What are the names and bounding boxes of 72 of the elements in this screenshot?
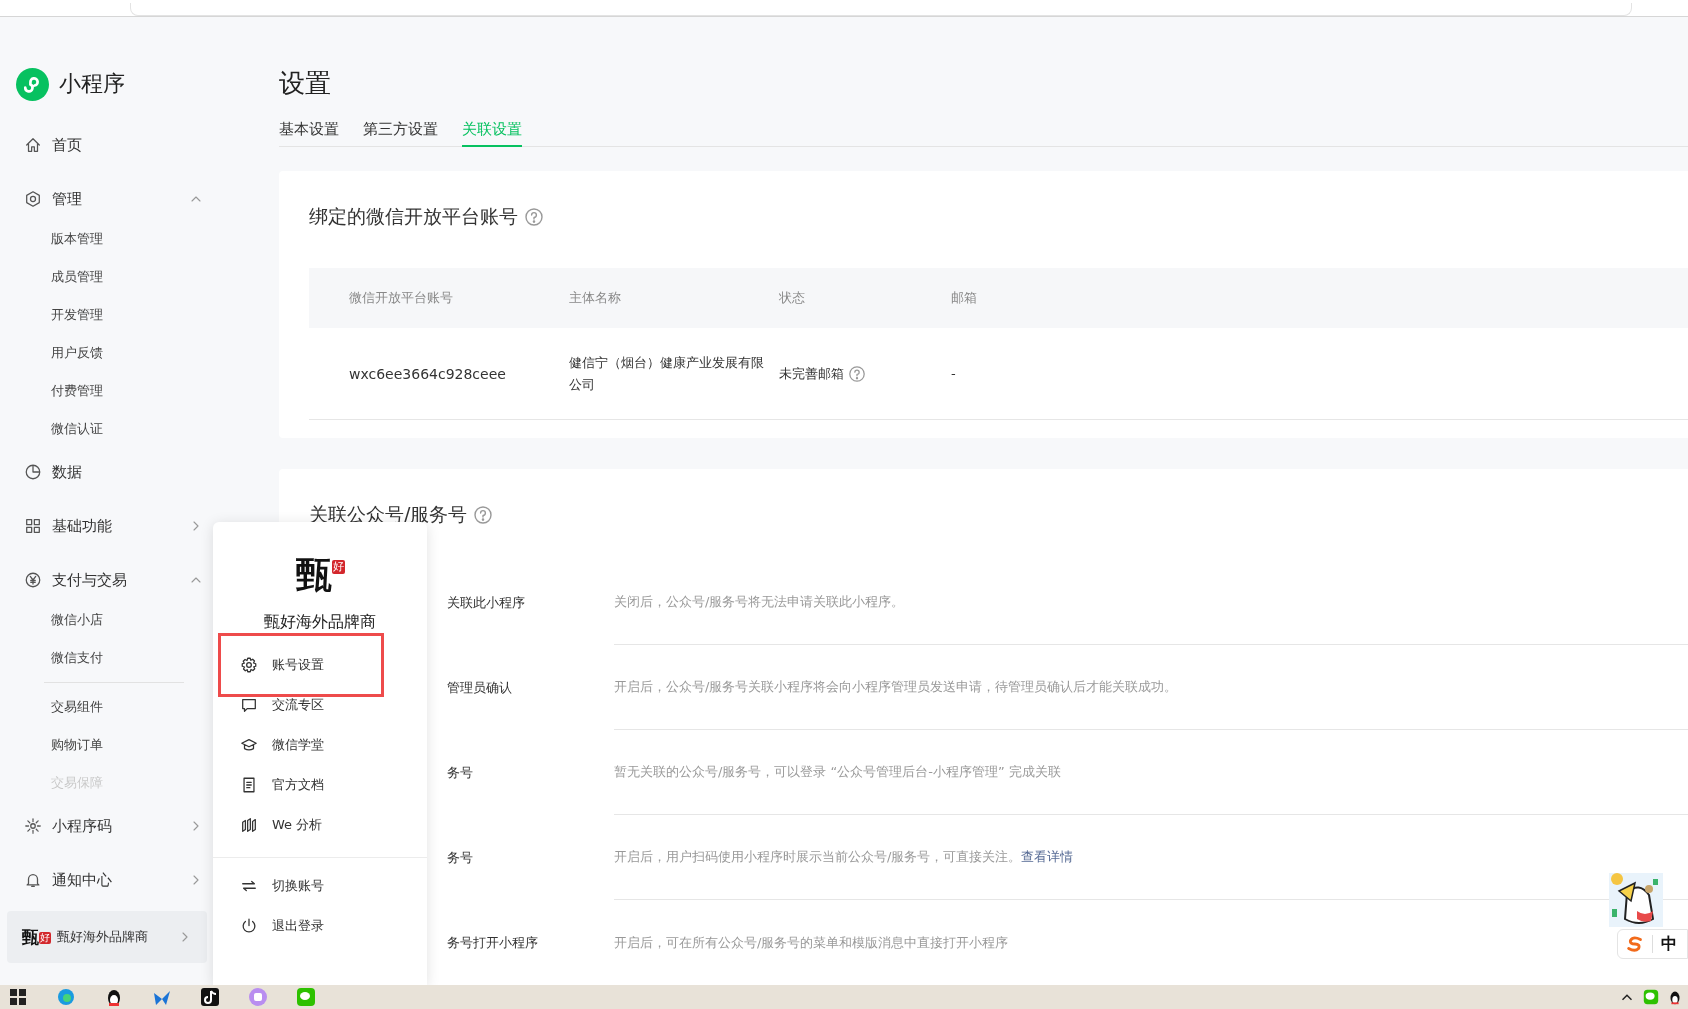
sidebar-subitem[interactable]: 版本管理: [7, 220, 103, 258]
table-cell: wxc6ee3664c928ceee: [349, 365, 506, 382]
setting-label: 务号: [447, 763, 473, 782]
menu-item[interactable]: 切换账号: [218, 866, 384, 906]
settings-icon: [240, 656, 258, 674]
input-method-bar[interactable]: 中: [1617, 929, 1688, 959]
section-title: 绑定的微信开放平台账号: [309, 204, 518, 229]
bar-chart-icon: [240, 816, 258, 834]
sidebar-subitem[interactable]: 微信认证: [7, 410, 103, 448]
sidebar-subitem[interactable]: 交易组件: [7, 688, 103, 726]
sidebar-subitem[interactable]: 微信支付: [7, 639, 103, 677]
menu-item[interactable]: 账号设置: [218, 633, 384, 697]
sidebar-subitem[interactable]: 成员管理: [7, 258, 103, 296]
tab[interactable]: 第三方设置: [363, 118, 438, 147]
setting-description: 开启后，用户扫码使用小程序时展示当前公众号/服务号，可直接关注。: [614, 848, 1022, 866]
chat-app-icon[interactable]: [1642, 988, 1660, 1006]
document-icon: [240, 776, 258, 794]
input-method-icon[interactable]: [1626, 935, 1644, 953]
brand-logo: 甄好: [22, 927, 51, 947]
mini-program-logo-icon: [16, 67, 49, 101]
details-link[interactable]: 查看详情: [1021, 848, 1074, 866]
account-switcher[interactable]: 甄好 甄好海外品牌商: [7, 911, 207, 963]
windows-icon[interactable]: [8, 987, 28, 1007]
sidebar-item[interactable]: 支付与交易: [7, 560, 204, 600]
graduation-cap-icon: [240, 736, 258, 754]
app-icon[interactable]: [248, 987, 268, 1007]
column-header: 微信开放平台账号: [349, 289, 454, 307]
menu-item[interactable]: 官方文档: [218, 765, 384, 805]
column-header: 邮箱: [951, 289, 978, 307]
sidebar-subitem[interactable]: 付费管理: [7, 372, 103, 410]
app-title: 小程序: [59, 70, 125, 98]
grid-icon: [24, 517, 42, 535]
setting-label: 关联此小程序: [447, 593, 525, 612]
setting-description: 开启后，公众号/服务号关联小程序将会向小程序管理员发送申请，待管理员确认后才能关联成功。: [614, 678, 1178, 696]
setting-label: 管理员确认: [447, 678, 512, 697]
menu-item[interactable]: 退出登录: [218, 906, 384, 946]
sidebar-item[interactable]: 首页: [7, 125, 204, 165]
account-name: 甄好海外品牌商: [263, 612, 377, 633]
bell-icon: [24, 871, 42, 889]
power-icon: [240, 917, 258, 935]
setting-description: 关闭后，公众号/服务号将无法申请关联此小程序。: [614, 593, 905, 611]
setting-description: 暂无关联的公众号/服务号，可以登录 “公众号管理后台-小程序管理” 完成关联: [614, 763, 1061, 781]
music-note-icon[interactable]: [200, 987, 220, 1007]
hexagon-icon: [24, 190, 42, 208]
sidebar-item[interactable]: 数据: [7, 452, 204, 492]
sidebar-subitem[interactable]: 用户反馈: [7, 334, 103, 372]
sidebar-subitem[interactable]: 开发管理: [7, 296, 103, 334]
pie-chart-icon: [24, 463, 42, 481]
home-icon: [24, 136, 42, 154]
table-cell: -: [951, 366, 956, 381]
setting-label: 务号打开小程序: [447, 933, 538, 952]
page-title: 设置: [279, 67, 332, 100]
menu-item[interactable]: 微信学堂: [218, 725, 384, 765]
sunburst-icon: [24, 817, 42, 835]
sidebar-item[interactable]: 基础功能: [7, 506, 204, 546]
column-header: 主体名称: [569, 289, 622, 307]
menu-item[interactable]: We 分析: [218, 805, 384, 845]
sidebar-item[interactable]: 小程序码: [7, 806, 204, 846]
chat-bubble-icon: [240, 696, 258, 714]
sidebar-item[interactable]: 通知中心: [7, 860, 204, 900]
sidebar-subitem[interactable]: 购物订单: [7, 726, 103, 764]
tab[interactable]: 基本设置: [279, 118, 339, 147]
chat-app-icon[interactable]: [296, 987, 316, 1007]
setting-description: 开启后，可在所有公众号/服务号的菜单和模版消息中直接打开小程序: [614, 933, 1009, 952]
sidebar-subitem[interactable]: 微信小店: [7, 601, 103, 639]
table-cell: 未完善邮箱: [779, 364, 844, 383]
yen-icon: [24, 571, 42, 589]
table-cell-text: 健信宁（烟台）健康产业发展有限公司: [569, 353, 765, 394]
browser-icon[interactable]: [56, 987, 76, 1007]
sidebar-item[interactable]: 管理: [7, 179, 204, 219]
setting-label: 务号: [447, 848, 473, 867]
column-header: 状态: [779, 289, 806, 307]
